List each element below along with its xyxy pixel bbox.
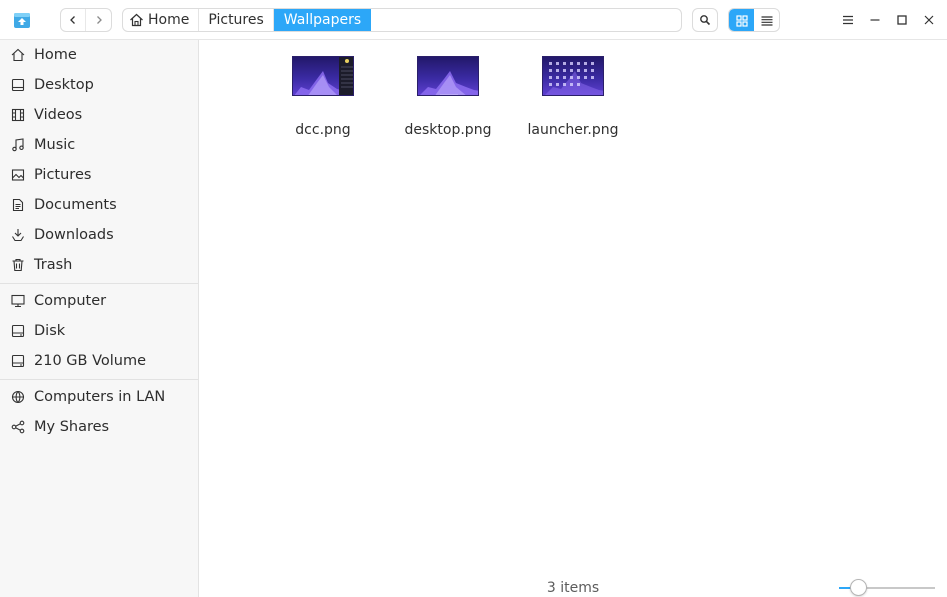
sidebar-item-label: Desktop	[34, 77, 94, 93]
file-name: dcc.png	[295, 122, 351, 138]
sidebar-item-label: My Shares	[34, 419, 110, 435]
trash-icon	[11, 258, 25, 272]
minimize-button[interactable]	[862, 8, 888, 32]
breadcrumb-label: Wallpapers	[283, 12, 362, 28]
sidebar-item-label: 210 GB Volume	[34, 353, 147, 369]
chevron-right-icon	[96, 16, 102, 24]
close-icon	[924, 15, 934, 25]
document-icon	[11, 198, 25, 212]
list-view-button[interactable]	[754, 9, 779, 31]
maximize-icon	[897, 15, 907, 25]
zoom-slider-handle[interactable]	[850, 579, 867, 596]
sidebar-item-label: Downloads	[34, 227, 114, 243]
sidebar-item-computer[interactable]: Computer	[0, 286, 198, 316]
close-button[interactable]	[916, 8, 942, 32]
disk-icon	[11, 354, 25, 368]
sidebar-item-home[interactable]: Home	[0, 40, 198, 70]
maximize-button[interactable]	[889, 8, 915, 32]
sidebar-item-trash[interactable]: Trash	[0, 250, 198, 280]
image-thumbnail	[542, 56, 604, 96]
sidebar-item-label: Trash	[34, 257, 73, 273]
chevron-left-icon	[70, 16, 75, 24]
navigation-buttons	[60, 8, 112, 32]
search-button[interactable]	[692, 8, 718, 32]
disk-icon	[11, 324, 25, 338]
forward-button[interactable]	[86, 9, 111, 31]
file-manager-app-icon	[12, 10, 32, 30]
image-thumbnail	[292, 56, 354, 96]
sidebar-item-documents[interactable]: Documents	[0, 190, 198, 220]
sidebar-item-label: Disk	[34, 323, 66, 339]
breadcrumb-pictures[interactable]: Pictures	[199, 9, 274, 31]
file-item[interactable]: dcc.png	[268, 56, 378, 138]
sidebar-item-label: Documents	[34, 197, 117, 213]
sidebar-item-label: Music	[34, 137, 76, 153]
address-bar[interactable]: Home Pictures Wallpapers	[122, 8, 682, 32]
sidebar-item-label: Computer	[34, 293, 107, 309]
file-item[interactable]: desktop.png	[393, 56, 503, 138]
icon-view-button[interactable]	[729, 9, 754, 31]
computer-icon	[11, 294, 25, 308]
sidebar-item-computers-in-lan[interactable]: Computers in LAN	[0, 382, 198, 412]
sidebar-item-label: Home	[34, 47, 77, 63]
file-item[interactable]: launcher.png	[518, 56, 628, 138]
sidebar-item-label: Pictures	[34, 167, 92, 183]
download-icon	[11, 228, 25, 242]
sidebar-divider	[0, 379, 198, 380]
sidebar-item-label: Computers in LAN	[34, 389, 166, 405]
file-name: launcher.png	[527, 122, 619, 138]
status-item-count: 3 items	[546, 580, 600, 596]
sidebar-item-pictures[interactable]: Pictures	[0, 160, 198, 190]
sidebar-item-disk[interactable]: Disk	[0, 316, 198, 346]
minimize-icon	[870, 19, 880, 21]
video-icon	[11, 108, 25, 122]
home-icon	[129, 13, 144, 27]
sidebar: Home Desktop Videos Music Pictures Docum…	[0, 40, 199, 597]
back-button[interactable]	[61, 9, 87, 31]
music-icon	[11, 138, 25, 152]
image-thumbnail	[417, 56, 479, 96]
file-view[interactable]: dcc.png desktop.png launcher.png 3 items	[199, 40, 947, 597]
sidebar-item-210gb-volume[interactable]: 210 GB Volume	[0, 346, 198, 376]
breadcrumb-label: Home	[148, 12, 190, 28]
sidebar-item-my-shares[interactable]: My Shares	[0, 412, 198, 442]
main-menu-button[interactable]	[835, 8, 861, 32]
grid-icon	[735, 15, 748, 27]
sidebar-item-label: Videos	[34, 107, 83, 123]
list-icon	[761, 16, 772, 26]
picture-icon	[11, 168, 25, 182]
home-icon	[11, 48, 25, 62]
network-icon	[11, 390, 25, 404]
menu-icon	[843, 15, 853, 25]
desktop-icon	[11, 78, 25, 92]
breadcrumb-home[interactable]: Home	[123, 9, 200, 31]
search-icon	[700, 15, 711, 26]
sidebar-item-music[interactable]: Music	[0, 130, 198, 160]
view-mode-switcher	[728, 8, 780, 32]
breadcrumb-wallpapers[interactable]: Wallpapers	[273, 9, 372, 31]
title-bar: Home Pictures Wallpapers	[0, 0, 947, 40]
sidebar-item-videos[interactable]: Videos	[0, 100, 198, 130]
file-name: desktop.png	[404, 122, 492, 138]
sidebar-item-downloads[interactable]: Downloads	[0, 220, 198, 250]
sidebar-divider	[0, 283, 198, 284]
share-icon	[11, 420, 25, 434]
breadcrumb-label: Pictures	[208, 12, 264, 28]
sidebar-item-desktop[interactable]: Desktop	[0, 70, 198, 100]
